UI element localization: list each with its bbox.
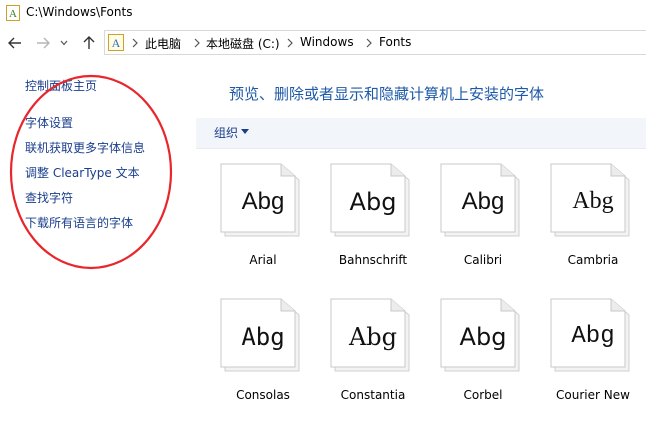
font-item[interactable]: Abg Calibri: [435, 160, 531, 290]
font-item[interactable]: Abg Cambria: [545, 160, 641, 290]
title-bar: A C:\Windows\Fonts: [0, 0, 646, 26]
svg-text:A: A: [9, 8, 17, 20]
font-item[interactable]: Abg Corbel: [435, 295, 531, 425]
font-item[interactable]: Abg Arial: [215, 160, 311, 290]
font-name-label: Courier New: [556, 388, 630, 402]
sidebar-item-font-settings[interactable]: 字体设置: [25, 114, 73, 131]
font-preview-sample: Abg: [459, 323, 507, 351]
svg-text:A: A: [112, 36, 121, 50]
font-name-label: Constantia: [340, 388, 406, 402]
sidebar-item-find-character[interactable]: 查找字符: [25, 189, 73, 206]
font-item[interactable]: Abg Consolas: [215, 295, 311, 425]
font-item[interactable]: Abg Bahnschrift: [325, 160, 421, 290]
font-name-label: Corbel: [463, 388, 503, 402]
organize-button[interactable]: 组织: [214, 124, 238, 141]
font-name-label: Cambria: [567, 253, 619, 267]
font-preview-sample: Abg: [241, 188, 285, 215]
chevron-right-icon: [194, 38, 200, 48]
font-preview-sample: Abg: [461, 188, 505, 215]
arrow-left-icon: [8, 37, 21, 49]
forward-button[interactable]: [34, 34, 52, 52]
font-preview-sample: Abg: [348, 323, 398, 351]
window-title: C:\Windows\Fonts: [26, 5, 133, 19]
chevron-right-icon: [287, 38, 293, 48]
font-name-label: Bahnschrift: [338, 253, 408, 267]
font-name-label: Calibri: [463, 253, 503, 267]
font-name-label: Consolas: [236, 388, 290, 402]
command-bar: 组织: [196, 118, 646, 149]
font-name-label: Arial: [249, 253, 277, 267]
chevron-right-icon: [366, 38, 372, 48]
page-title: 预览、删除或者显示和隐藏计算机上安装的字体: [229, 85, 545, 103]
breadcrumb-windows[interactable]: Windows: [300, 35, 354, 49]
arrow-up-icon: [83, 36, 95, 49]
breadcrumb-this-pc[interactable]: 此电脑: [145, 35, 181, 52]
font-preview-sample: Abg: [241, 323, 285, 351]
sidebar-item-adjust-cleartype[interactable]: 调整 ClearType 文本: [25, 164, 140, 181]
breadcrumb-local-disk[interactable]: 本地磁盘 (C:): [206, 35, 280, 52]
font-preview-sample: Abg: [571, 323, 615, 350]
sidebar-item-control-panel-home[interactable]: 控制面板主页: [25, 77, 97, 94]
address-bar[interactable]: A 此电脑 本地磁盘 (C:) Windows Fonts: [104, 30, 646, 55]
sidebar-item-download-all-fonts[interactable]: 下载所有语言的字体: [25, 214, 133, 231]
breadcrumb-fonts[interactable]: Fonts: [379, 35, 411, 49]
sidebar-item-get-font-info-online[interactable]: 联机获取更多字体信息: [25, 139, 145, 156]
chevron-right-icon: [132, 38, 138, 48]
arrow-right-icon: [37, 37, 50, 49]
font-folder-icon: A: [108, 34, 124, 51]
up-button[interactable]: [80, 34, 98, 52]
font-preview-sample: Abg: [572, 188, 614, 214]
font-folder-icon: A: [6, 5, 20, 21]
back-button[interactable]: [6, 34, 24, 52]
font-item[interactable]: Abg Constantia: [325, 295, 421, 425]
font-item[interactable]: Abg Courier New: [545, 295, 641, 425]
recent-locations-button[interactable]: [58, 34, 70, 52]
chevron-down-icon: [60, 40, 68, 46]
font-preview-sample: Abg: [349, 188, 397, 216]
caret-down-icon: [241, 129, 249, 134]
